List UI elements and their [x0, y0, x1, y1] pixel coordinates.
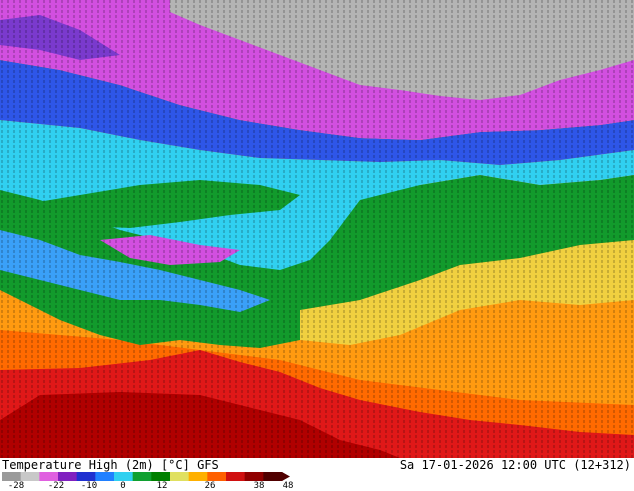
- legend-swatch: [132, 472, 152, 481]
- map-canvas: [0, 0, 634, 458]
- legend-swatch: [151, 472, 171, 481]
- valid-time: Sa 17-01-2026 12:00 UTC (12+312): [399, 458, 631, 472]
- legend-swatch: [244, 472, 264, 481]
- legend-swatch: [207, 472, 227, 481]
- legend-swatch: [188, 472, 208, 481]
- legend-swatch: [20, 472, 40, 481]
- legend-swatch: [263, 472, 283, 481]
- legend-swatch: [39, 472, 59, 481]
- legend-swatch: [2, 472, 22, 481]
- map-footer: Temperature High (2m) [°C] GFS Sa 17-01-…: [0, 458, 634, 491]
- legend-swatch: [58, 472, 78, 481]
- color-legend-bar: [2, 472, 290, 481]
- legend-swatch: [226, 472, 246, 481]
- legend-swatch: [170, 472, 190, 481]
- legend-swatch: [76, 472, 96, 481]
- legend-arrow: [282, 472, 290, 481]
- legend-swatch: [114, 472, 134, 481]
- legend-swatch: [95, 472, 115, 481]
- map-title: Temperature High (2m) [°C] GFS: [2, 458, 219, 472]
- temperature-map: [0, 0, 634, 458]
